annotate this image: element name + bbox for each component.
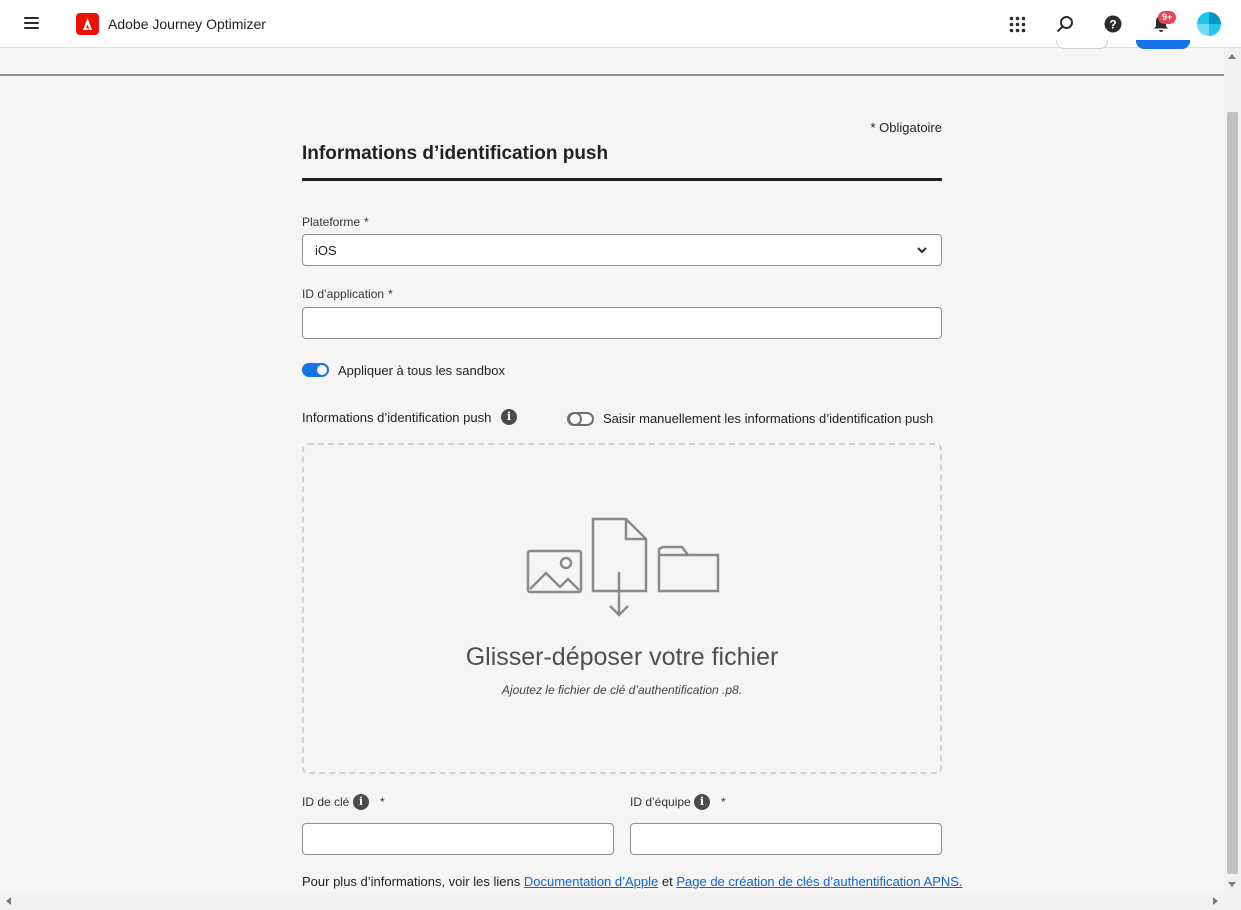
top-bar: Adobe Journey Optimizer ? 9+: [0, 0, 1241, 48]
platform-select[interactable]: iOS: [302, 234, 942, 266]
footer-info: Pour plus d’informations, voir les liens…: [302, 874, 963, 889]
apply-all-sandboxes-toggle[interactable]: [302, 363, 329, 377]
key-id-label: ID de clé: [302, 795, 350, 809]
app-id-label: ID d’application *: [302, 287, 393, 301]
adobe-logo-icon: [76, 13, 99, 35]
menu-icon[interactable]: [24, 17, 39, 29]
apply-all-sandboxes-label: Appliquer à tous les sandbox: [338, 363, 505, 378]
key-id-required-mark: *: [380, 795, 385, 809]
avatar[interactable]: [1197, 12, 1221, 36]
scroll-left-icon[interactable]: [6, 897, 11, 905]
dropzone-title: Glisser-déposer votre fichier: [465, 643, 779, 671]
app-title: Adobe Journey Optimizer: [108, 16, 266, 32]
key-id-info-icon[interactable]: i: [353, 794, 369, 810]
team-id-label: ID d’équipe: [630, 795, 691, 809]
upload-illustration-icon: [526, 517, 720, 617]
required-note: * Obligatoire: [870, 120, 942, 135]
vertical-scrollbar-thumb[interactable]: [1227, 112, 1238, 874]
team-id-info-icon[interactable]: i: [694, 794, 710, 810]
manual-credentials-toggle[interactable]: [567, 412, 594, 426]
dropzone-subtitle: Ajoutez le fichier de clé d’authentifica…: [501, 683, 743, 697]
chevron-down-icon: [917, 247, 927, 254]
team-id-input[interactable]: [630, 823, 942, 855]
platform-label: Plateforme *: [302, 215, 369, 229]
cancel-button[interactable]: [1056, 40, 1108, 49]
team-id-required-mark: *: [721, 795, 726, 809]
file-dropzone[interactable]: Glisser-déposer votre fichier Ajoutez le…: [302, 443, 942, 774]
notification-badge: 9+: [1158, 11, 1177, 24]
header-divider: [0, 74, 1224, 76]
title-divider: [302, 178, 942, 181]
apns-key-page-link[interactable]: Page de création de clés d’authentificat…: [676, 874, 962, 889]
apple-docs-link[interactable]: Documentation d’Apple: [524, 874, 658, 889]
scroll-down-icon[interactable]: [1228, 882, 1236, 887]
svg-text:?: ?: [1109, 18, 1116, 32]
apps-grid-icon[interactable]: [1005, 12, 1029, 36]
scroll-right-icon[interactable]: [1213, 897, 1218, 905]
search-icon[interactable]: [1053, 12, 1077, 36]
help-icon[interactable]: ?: [1101, 12, 1125, 36]
scroll-up-icon[interactable]: [1228, 54, 1236, 59]
horizontal-scrollbar[interactable]: [0, 892, 1241, 910]
manual-credentials-label: Saisir manuellement les informations d’i…: [603, 411, 934, 426]
info-icon[interactable]: i: [501, 409, 517, 425]
submit-button[interactable]: [1136, 40, 1190, 49]
platform-select-value: iOS: [315, 243, 337, 258]
app-id-input[interactable]: [302, 307, 942, 339]
push-credentials-label: Informations d’identification push: [302, 410, 492, 425]
page-title: Informations d’identification push: [302, 143, 609, 164]
key-id-input[interactable]: [302, 823, 614, 855]
